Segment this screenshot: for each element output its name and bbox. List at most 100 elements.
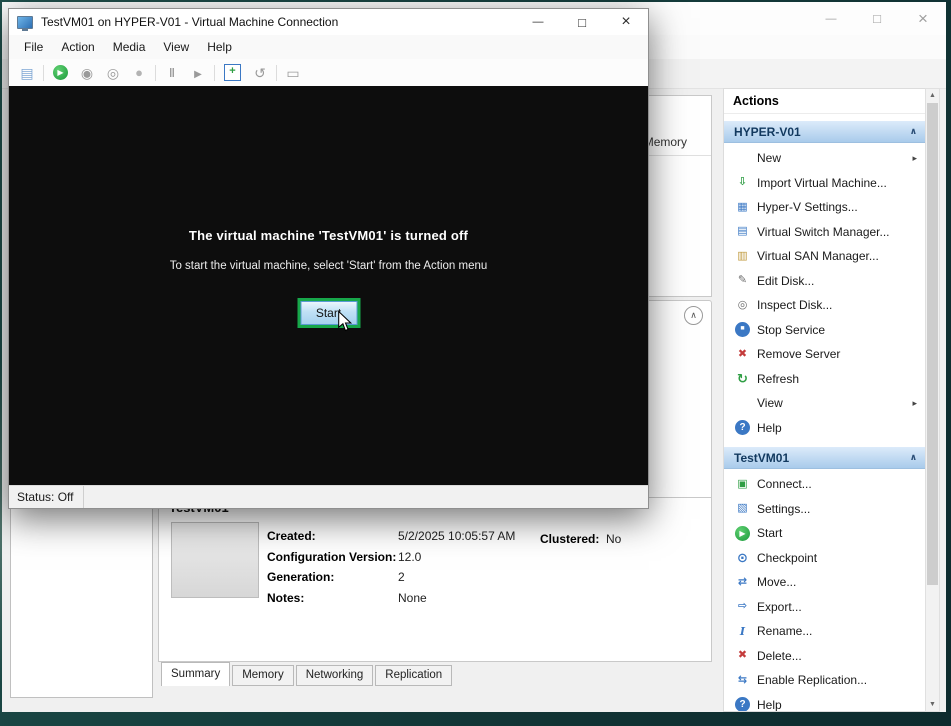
action-item-inspect-disk[interactable]: Inspect Disk... <box>724 293 926 318</box>
action-item-refresh[interactable]: Refresh <box>724 367 926 392</box>
save-icon[interactable] <box>129 63 149 83</box>
collapse-panel-button[interactable] <box>684 306 703 325</box>
collapse-chevron-icon[interactable] <box>910 126 917 137</box>
action-item-virtual-switch-manager[interactable]: Virtual Switch Manager... <box>724 220 926 245</box>
connect-icon <box>735 477 750 492</box>
action-item-label: Settings... <box>757 502 926 516</box>
action-item-new[interactable]: New <box>724 146 926 171</box>
help-icon <box>735 420 750 435</box>
scrollbar-thumb[interactable] <box>927 103 938 585</box>
action-section-header-hyper-v01[interactable]: HYPER-V01 <box>724 120 926 143</box>
action-item-enable-replication[interactable]: Enable Replication... <box>724 668 926 693</box>
actions-sections: HYPER-V01 New Import Virtual Machine...Hyp… <box>724 120 926 712</box>
tab-summary[interactable]: Summary <box>161 662 230 686</box>
action-item-edit-disk[interactable]: Edit Disk... <box>724 269 926 294</box>
action-item-move[interactable]: Move... <box>724 570 926 595</box>
collapse-chevron-icon[interactable] <box>910 452 917 463</box>
menu-file[interactable]: File <box>15 35 52 59</box>
action-item-delete[interactable]: Delete... <box>724 644 926 669</box>
menu-help[interactable]: Help <box>198 35 241 59</box>
action-item-label: Stop Service <box>757 323 926 337</box>
details-row: Created:5/2/2025 10:05:57 AM <box>267 529 515 550</box>
action-item-start[interactable]: Start <box>724 521 926 546</box>
scroll-down-arrow-icon[interactable] <box>926 698 939 711</box>
menu-action[interactable]: Action <box>52 35 103 59</box>
rename-icon <box>735 624 750 639</box>
action-item-label: Rename... <box>757 624 926 638</box>
vm-viewport: The virtual machine 'TestVM01' is turned… <box>9 86 648 486</box>
action-section-header-testvm01[interactable]: TestVM01 <box>724 446 926 469</box>
action-item-label: Virtual Switch Manager... <box>757 225 926 239</box>
enhanced-session-icon[interactable] <box>283 63 303 83</box>
shut-down-icon[interactable] <box>103 63 123 83</box>
ctrl-alt-del-icon[interactable] <box>17 63 37 83</box>
menu-view[interactable]: View <box>154 35 198 59</box>
actions-pane: Actions HYPER-V01 New Import Virtual Machi… <box>723 88 927 712</box>
stop-service-icon <box>735 322 750 337</box>
details-rows: Created:5/2/2025 10:05:57 AMConfiguratio… <box>267 529 515 611</box>
move-icon <box>735 575 750 590</box>
action-item-virtual-san-manager[interactable]: Virtual SAN Manager... <box>724 244 926 269</box>
start-icon[interactable] <box>53 65 68 80</box>
action-item-checkpoint[interactable]: Checkpoint <box>724 546 926 571</box>
scroll-up-arrow-icon[interactable] <box>926 89 939 102</box>
start-icon <box>735 526 750 541</box>
pause-icon[interactable] <box>162 63 182 83</box>
remove-server-icon <box>735 347 750 362</box>
menu-media[interactable]: Media <box>104 35 155 59</box>
vm-menubar: FileActionMediaViewHelp <box>9 35 648 59</box>
manager-maximize-button[interactable] <box>854 2 900 35</box>
vm-maximize-button[interactable] <box>560 9 604 35</box>
vm-toolbar <box>9 59 648 87</box>
vm-connection-window: TestVM01 on HYPER-V01 - Virtual Machine … <box>8 8 649 509</box>
manager-close-button[interactable] <box>900 2 946 35</box>
action-item-settings[interactable]: Settings... <box>724 497 926 522</box>
vm-minimize-button[interactable] <box>516 9 560 35</box>
actions-scrollbar[interactable] <box>925 88 940 712</box>
action-section-title: TestVM01 <box>734 451 910 465</box>
tab-networking[interactable]: Networking <box>296 665 374 686</box>
action-item-label: Move... <box>757 575 926 589</box>
action-item-remove-server[interactable]: Remove Server <box>724 342 926 367</box>
action-item-export[interactable]: Export... <box>724 595 926 620</box>
vm-titlebar: TestVM01 on HYPER-V01 - Virtual Machine … <box>9 9 648 35</box>
action-item-label: New <box>757 151 912 165</box>
replication-icon <box>735 673 750 688</box>
action-item-label: Virtual SAN Manager... <box>757 249 926 263</box>
details-tabs: SummaryMemoryNetworkingReplication <box>161 661 454 686</box>
manager-minimize-button[interactable] <box>808 2 854 35</box>
action-item-view[interactable]: View <box>724 391 926 416</box>
details-field-label: Notes: <box>267 591 398 605</box>
action-item-help[interactable]: Help <box>724 693 926 713</box>
submenu-arrow-icon <box>912 153 917 164</box>
actions-pane-title: Actions <box>724 89 926 114</box>
toolbar-separator <box>214 65 215 81</box>
vm-settings-icon <box>735 501 750 516</box>
step-icon[interactable] <box>188 63 208 83</box>
vm-close-button[interactable] <box>604 9 648 35</box>
details-field-label: Created: <box>267 529 398 543</box>
action-item-stop-service[interactable]: Stop Service <box>724 318 926 343</box>
edit-disk-icon <box>735 273 750 288</box>
checkpoint-icon[interactable] <box>224 64 241 81</box>
action-item-hyper-v-settings[interactable]: Hyper-V Settings... <box>724 195 926 220</box>
action-item-help[interactable]: Help <box>724 416 926 441</box>
action-item-import-virtual-machine[interactable]: Import Virtual Machine... <box>724 171 926 196</box>
tab-memory[interactable]: Memory <box>232 665 294 686</box>
action-item-rename[interactable]: Rename... <box>724 619 926 644</box>
help-icon <box>735 697 750 712</box>
action-item-label: Delete... <box>757 649 926 663</box>
vm-window-title: TestVM01 on HYPER-V01 - Virtual Machine … <box>41 15 516 29</box>
clustered-value: No <box>606 532 621 546</box>
action-section-title: HYPER-V01 <box>734 125 910 139</box>
details-row: Generation:2 <box>267 570 515 591</box>
turn-off-icon[interactable] <box>77 63 97 83</box>
vm-off-message: The virtual machine 'TestVM01' is turned… <box>9 86 648 243</box>
tab-replication[interactable]: Replication <box>375 665 452 686</box>
vm-connection-icon <box>17 16 33 29</box>
action-item-connect[interactable]: Connect... <box>724 472 926 497</box>
vm-thumbnail <box>171 522 259 598</box>
details-field-value: 12.0 <box>398 550 421 564</box>
revert-icon[interactable] <box>250 63 270 83</box>
vm-details-panel: TestVM01 Created:5/2/2025 10:05:57 AMCon… <box>158 497 712 662</box>
